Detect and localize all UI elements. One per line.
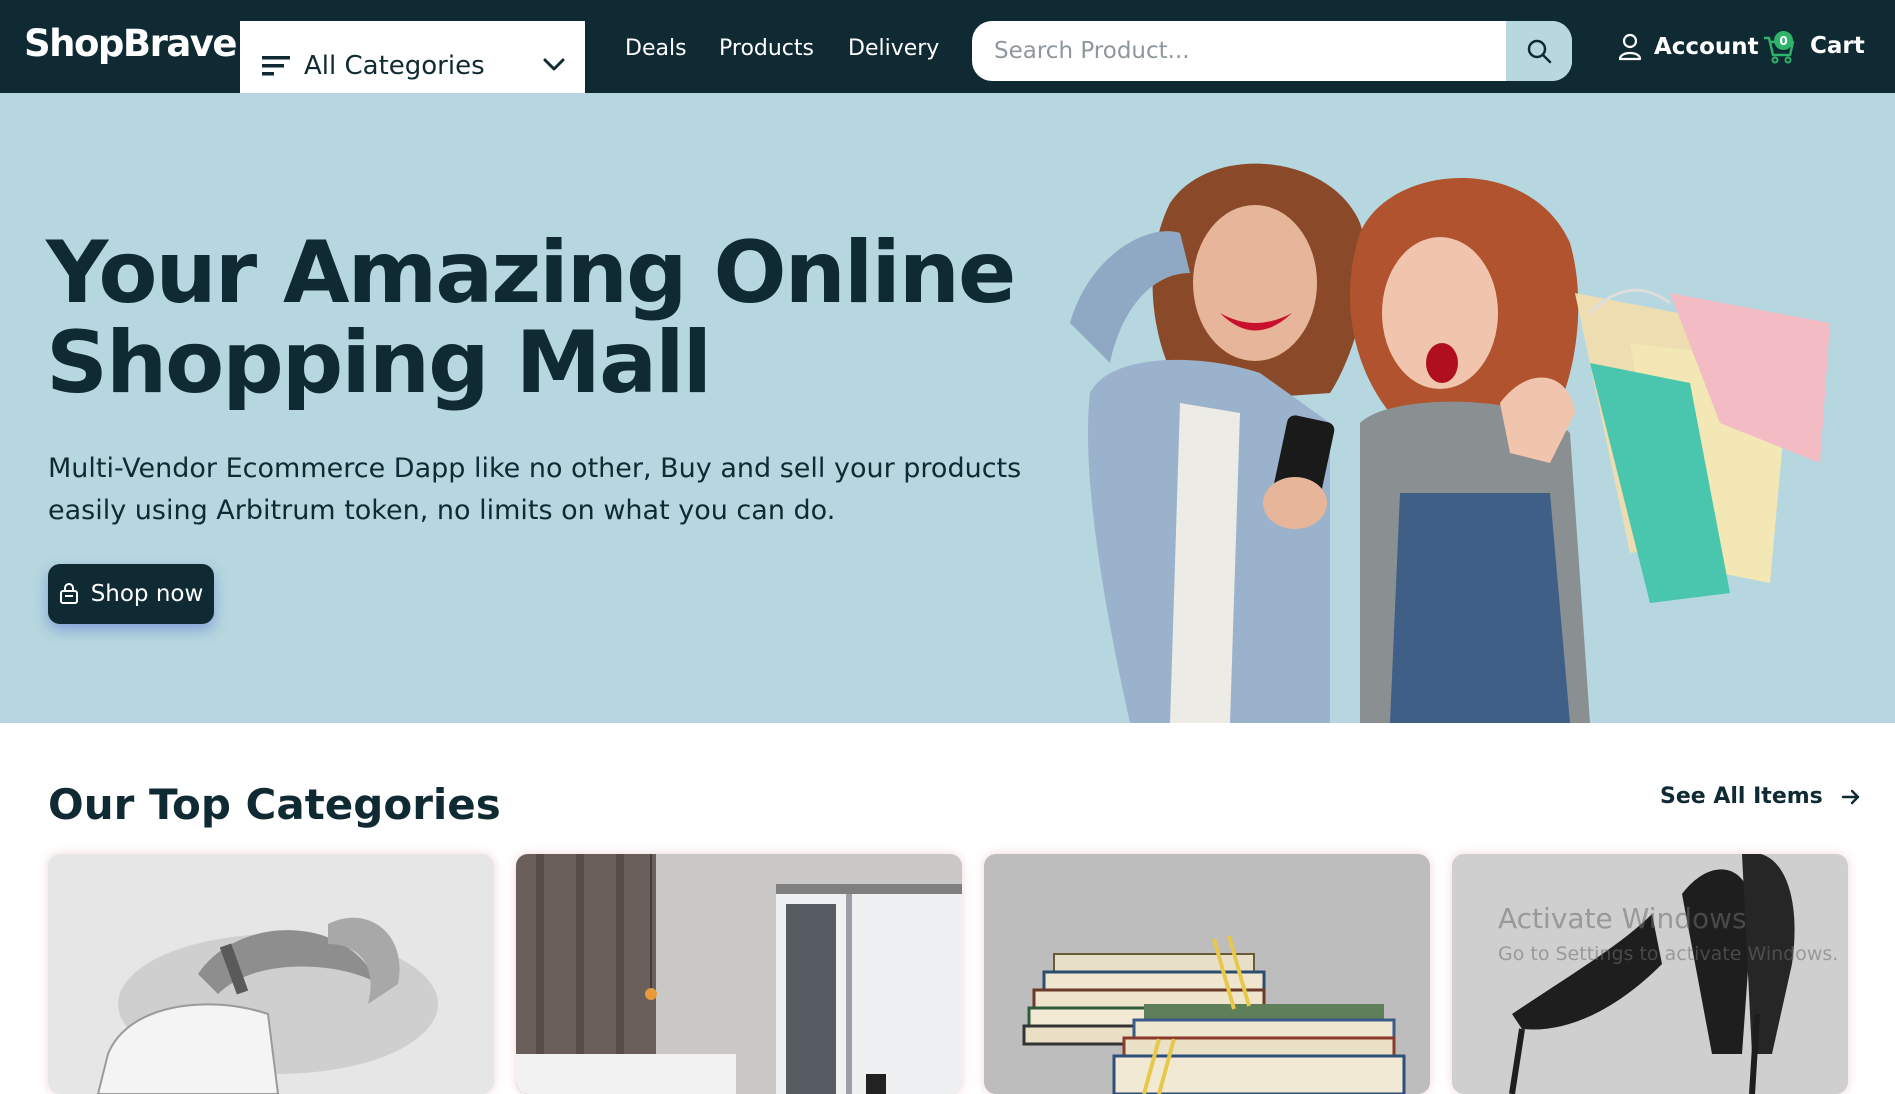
account-button[interactable]: Account bbox=[1618, 33, 1759, 61]
search-button[interactable] bbox=[1506, 21, 1572, 81]
nav-link-delivery[interactable]: Delivery bbox=[848, 36, 939, 61]
account-label: Account bbox=[1654, 34, 1759, 60]
activate-windows-watermark: Activate Windows Go to Settings to activ… bbox=[1498, 902, 1838, 965]
all-categories-label: All Categories bbox=[304, 51, 485, 81]
watermark-subtitle: Go to Settings to activate Windows. bbox=[1498, 943, 1839, 965]
see-all-items-link[interactable]: See All Items bbox=[1660, 784, 1861, 809]
vr-headset-image bbox=[48, 854, 494, 1094]
hero-title: Your Amazing Online Shopping Mall bbox=[46, 223, 1016, 413]
nav-link-deals[interactable]: Deals bbox=[625, 36, 687, 61]
shop-now-label: Shop now bbox=[90, 581, 204, 607]
chevron-down-icon bbox=[543, 58, 565, 71]
search-bar bbox=[972, 21, 1572, 81]
books-image bbox=[984, 854, 1430, 1094]
nav-link-products[interactable]: Products bbox=[719, 36, 814, 61]
search-icon bbox=[1527, 39, 1552, 64]
arrow-right-icon bbox=[1841, 789, 1859, 804]
high-heels-image bbox=[1452, 854, 1848, 1094]
category-card-books[interactable] bbox=[984, 854, 1430, 1094]
see-all-items-label: See All Items bbox=[1660, 784, 1823, 809]
shop-now-button[interactable]: Shop now bbox=[48, 564, 214, 624]
cart-button[interactable]: 0 Cart bbox=[1762, 28, 1865, 64]
shopping-bag-icon bbox=[59, 583, 78, 604]
watermark-title: Activate Windows bbox=[1498, 902, 1747, 935]
top-nav-bar: ShopBrave All Categories Deals Products … bbox=[0, 0, 1895, 111]
category-card-electronics[interactable] bbox=[48, 854, 494, 1094]
cart-label: Cart bbox=[1810, 33, 1865, 59]
hero-subtitle: Multi-Vendor Ecommerce Dapp like no othe… bbox=[48, 453, 1022, 526]
top-categories-heading: Our Top Categories bbox=[48, 780, 501, 829]
cart-count-badge: 0 bbox=[1774, 31, 1793, 50]
bedroom-image bbox=[516, 854, 962, 1094]
user-icon bbox=[1618, 33, 1642, 61]
menu-lines-icon bbox=[262, 56, 290, 76]
hero-image-women-shopping bbox=[1070, 163, 1830, 723]
category-card-furniture[interactable] bbox=[516, 854, 962, 1094]
hero-banner: Your Amazing Online Shopping Mall Multi-… bbox=[0, 93, 1895, 723]
category-card-fashion[interactable] bbox=[1452, 854, 1848, 1094]
logo[interactable]: ShopBrave bbox=[24, 22, 238, 65]
search-input[interactable] bbox=[972, 21, 1506, 81]
